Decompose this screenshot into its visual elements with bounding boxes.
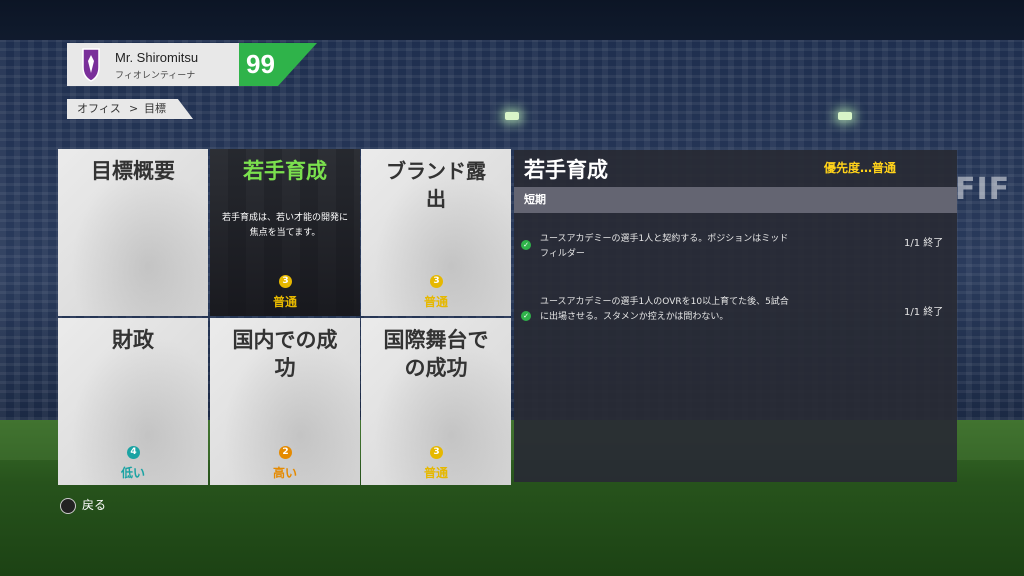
back-button[interactable]: 戻る [82,496,106,513]
breadcrumb: オフィス > 目標 [67,99,193,119]
breadcrumb-separator: > [129,102,139,115]
panel-title: 若手育成 [524,158,608,182]
task-status: 1/1 終了 [904,238,944,249]
priority-badge-icon: 2 [279,446,292,459]
check-icon: ✓ [521,240,531,250]
priority-badge-icon: 4 [127,446,140,459]
priority-badge-icon: 3 [430,446,443,459]
breadcrumb-current: 目標 [144,102,166,115]
tile-international-success[interactable]: 国際舞台での成功 3 普通 [361,318,511,485]
tile-title-text: 国際舞台での成功 [383,328,489,380]
section-label: 短期 [524,193,546,206]
club-name: フィオレンティーナ [115,71,196,81]
task-status: 1/1 終了 [904,307,944,318]
tile-title: 国際舞台での成功 [361,326,511,382]
tile-title: ブランド露出 [361,157,511,213]
cross-button-icon[interactable] [60,498,76,514]
tile-priority: 普通 [423,466,448,480]
tile-priority: 低い [120,466,145,480]
tile-brand-exposure[interactable]: ブランド露出 3 普通 [361,149,511,316]
section-header: 短期 [514,187,957,213]
check-icon: ✓ [521,311,531,321]
tile-description: 若手育成は、若い才能の開発に焦点を当てます。 [222,213,349,238]
task-text: ユースアカデミーの選手1人のOVRを10以上育てた後、5試合に出場させる。スタメ… [540,297,789,322]
breadcrumb-parent[interactable]: オフィス [77,99,121,119]
objective-detail-panel: 若手育成 優先度…普通 短期 ✓ ユースアカデミーの選手1人と契約する。ポジショ… [514,150,957,482]
tile-title: 若手育成 [243,159,327,183]
tile-youth-development[interactable]: 若手育成 若手育成は、若い才能の開発に焦点を当てます。 3 普通 [210,149,360,316]
manager-name: Mr. Shiromitsu [115,50,199,65]
tile-objectives-overview[interactable]: 目標概要 [58,149,208,316]
tile-priority: 普通 [423,295,448,309]
tile-title-text: ブランド露出 [386,159,486,211]
tile-priority: 普通 [272,295,297,309]
priority-badge-icon: 3 [279,275,292,288]
tile-title-text: 国内での成功 [232,328,338,380]
manager-card: Mr. Shiromitsu フィオレンティーナ [67,43,239,86]
panel-priority: 優先度…普通 [824,161,897,175]
watermark-logo: FIF [955,172,1011,207]
overall-rating: 99 [246,49,275,79]
tile-title: 国内での成功 [210,326,360,382]
tile-priority: 高い [272,466,297,480]
club-crest-icon [82,48,100,82]
tile-title: 財政 [112,328,154,352]
tile-finance[interactable]: 財政 4 低い [58,318,208,485]
task-text: ユースアカデミーの選手1人と契約する。ポジションはミッドフィルダー [540,234,789,259]
priority-badge-icon: 3 [430,275,443,288]
tile-domestic-success[interactable]: 国内での成功 2 高い [210,318,360,485]
tile-title: 目標概要 [91,159,175,183]
